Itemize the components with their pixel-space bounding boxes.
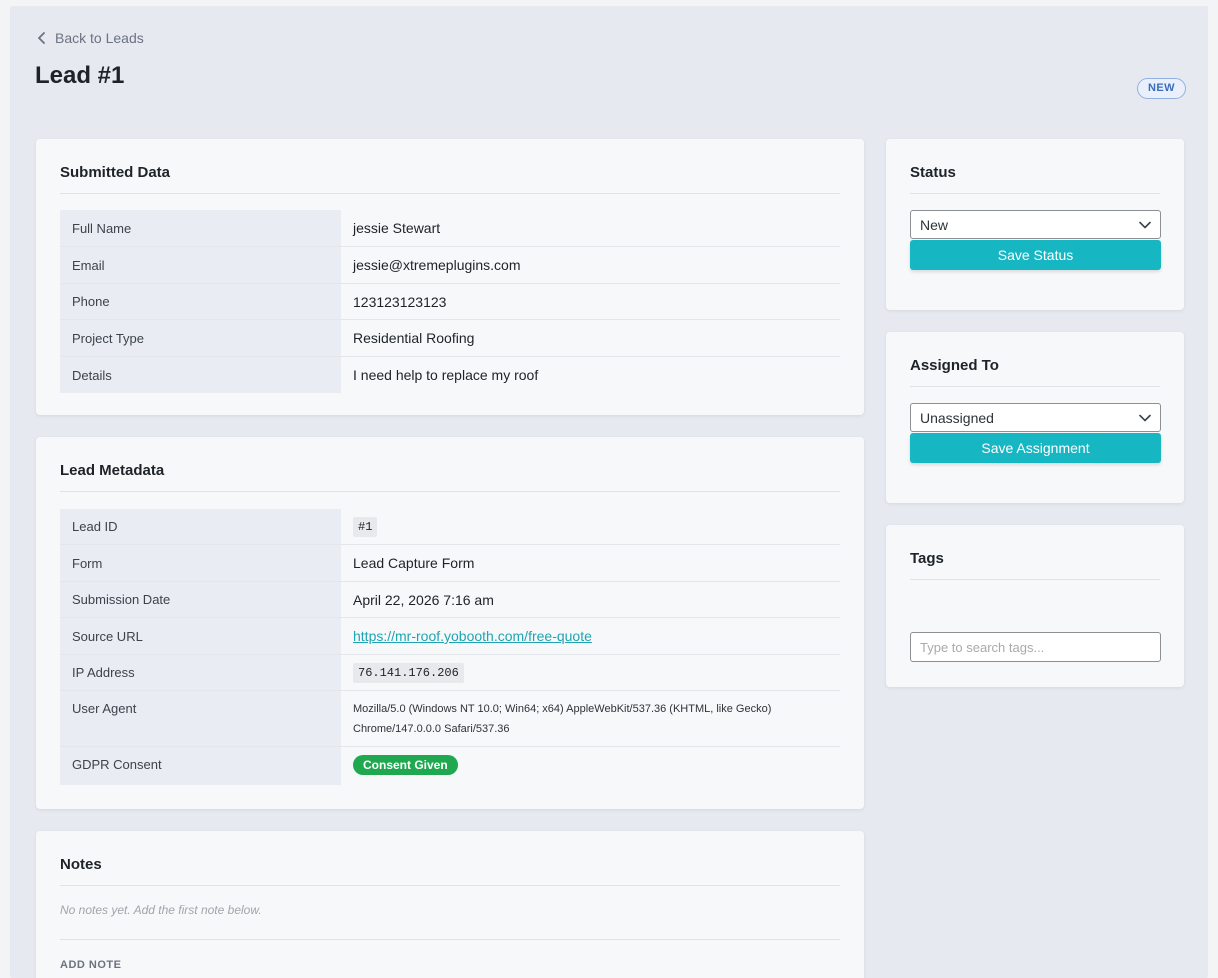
tags-card: Tags Type to search tags... — [886, 525, 1184, 687]
table-row: User Agent Mozilla/5.0 (Windows NT 10.0;… — [60, 691, 840, 747]
email-value: jessie@xtremeplugins.com — [353, 257, 521, 273]
field-label: IP Address — [60, 655, 341, 690]
tags-title: Tags — [910, 550, 944, 567]
submitted-data-card: Submitted Data Full Name jessie Stewart … — [36, 139, 864, 415]
assignee-select[interactable]: Unassigned — [910, 403, 1161, 432]
table-row: Details I need help to replace my roof — [60, 357, 840, 393]
back-to-leads-link[interactable]: Back to Leads — [37, 30, 144, 46]
user-agent-line: Mozilla/5.0 (Windows NT 10.0; Win64; x64… — [353, 702, 772, 715]
project-type-value: Residential Roofing — [353, 330, 475, 346]
status-card: Status New Save Status — [886, 139, 1184, 310]
lead-metadata-title: Lead Metadata — [60, 462, 165, 479]
phone-value: 123123123123 — [353, 293, 447, 310]
table-row: GDPR Consent Consent Given — [60, 747, 840, 785]
status-select-value: New — [920, 216, 949, 233]
field-label: Form — [60, 545, 341, 581]
field-label: User Agent — [60, 691, 341, 746]
lead-metadata-table: Lead ID #1 Form Lead Capture Form Submis… — [60, 509, 840, 785]
notes-card: Notes No notes yet. Add the first note b… — [36, 831, 864, 978]
table-row: Form Lead Capture Form — [60, 545, 840, 582]
field-label: Email — [60, 247, 341, 283]
status-select[interactable]: New — [910, 210, 1161, 239]
field-label: Submission Date — [60, 582, 341, 617]
add-note-label: ADD NOTE — [60, 959, 122, 971]
gdpr-consent-badge: Consent Given — [353, 755, 458, 775]
user-agent-line: Chrome/147.0.0.0 Safari/537.36 — [353, 722, 510, 735]
chevron-down-icon — [1139, 221, 1151, 228]
status-card-title: Status — [910, 164, 956, 181]
source-url-link[interactable]: https://mr-roof.yobooth.com/free-quote — [353, 628, 592, 644]
field-label: Source URL — [60, 618, 341, 654]
field-label: Details — [60, 357, 341, 393]
divider — [60, 885, 840, 886]
divider — [910, 579, 1160, 580]
field-label: Lead ID — [60, 509, 341, 544]
ip-address-value: 76.141.176.206 — [353, 662, 464, 683]
divider — [910, 386, 1160, 387]
save-status-button[interactable]: Save Status — [910, 240, 1161, 270]
submission-date-value: April 22, 2026 7:16 am — [353, 591, 494, 608]
table-row: Full Name jessie Stewart — [60, 210, 840, 247]
chevron-left-icon — [38, 32, 45, 44]
divider — [60, 193, 840, 194]
details-value: I need help to replace my roof — [353, 367, 539, 383]
tag-search-input[interactable]: Type to search tags... — [910, 632, 1161, 662]
notes-title: Notes — [60, 856, 102, 873]
assigned-to-title: Assigned To — [910, 357, 999, 374]
table-row: Source URL https://mr-roof.yobooth.com/f… — [60, 618, 840, 655]
divider — [60, 939, 840, 940]
back-link-label: Back to Leads — [55, 30, 144, 46]
table-row: Submission Date April 22, 2026 7:16 am — [60, 582, 840, 618]
assigned-to-card: Assigned To Unassigned Save Assignment — [886, 332, 1184, 503]
submitted-data-table: Full Name jessie Stewart Email jessie@xt… — [60, 210, 840, 393]
field-label: Full Name — [60, 210, 341, 246]
table-row: Phone 123123123123 — [60, 284, 840, 320]
assignee-select-value: Unassigned — [920, 409, 994, 426]
divider — [60, 491, 840, 492]
full-name-value: jessie Stewart — [353, 220, 441, 236]
divider — [910, 193, 1160, 194]
save-assignment-button[interactable]: Save Assignment — [910, 433, 1161, 463]
page-title: Lead #1 — [35, 62, 125, 89]
table-row: Email jessie@xtremeplugins.com — [60, 247, 840, 284]
table-row: Lead ID #1 — [60, 509, 840, 545]
table-row: Project Type Residential Roofing — [60, 320, 840, 357]
table-row: IP Address 76.141.176.206 — [60, 655, 840, 691]
field-label: Phone — [60, 284, 341, 319]
form-value: Lead Capture Form — [353, 555, 475, 571]
submitted-data-title: Submitted Data — [60, 164, 171, 181]
field-label: Project Type — [60, 320, 341, 356]
lead-metadata-card: Lead Metadata Lead ID #1 Form Lead Captu… — [36, 437, 864, 809]
user-agent-value: Mozilla/5.0 (Windows NT 10.0; Win64; x64… — [341, 691, 840, 746]
chevron-down-icon — [1139, 414, 1151, 421]
notes-empty-message: No notes yet. Add the first note below. — [60, 903, 262, 917]
lead-id-value: #1 — [353, 516, 378, 537]
status-badge: NEW — [1137, 78, 1186, 99]
lead-detail-page: Back to Leads Lead #1 NEW Submitted Data… — [10, 6, 1208, 978]
field-label: GDPR Consent — [60, 747, 341, 785]
